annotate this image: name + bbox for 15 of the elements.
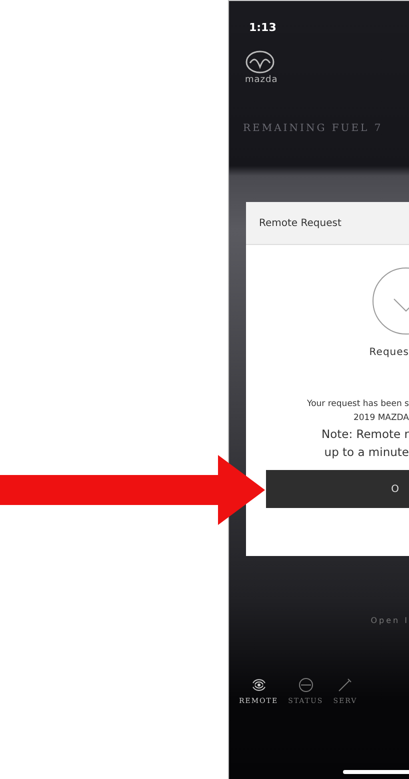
home-indicator xyxy=(343,770,409,774)
message-line: Your request has been s xyxy=(307,398,409,410)
ok-button[interactable]: O xyxy=(266,470,409,508)
fuel-label: REMAINING FUEL 7 xyxy=(243,123,384,134)
dialog-heading: Reques xyxy=(369,347,409,358)
status-time: 1:13 xyxy=(249,21,278,34)
action-label: Open I xyxy=(370,616,409,625)
wrench-icon xyxy=(337,677,354,693)
dialog-title: Remote Request xyxy=(259,218,342,228)
remote-signal-icon xyxy=(250,677,267,693)
logo-wordmark: mazda xyxy=(245,75,278,85)
note-line: up to a minute xyxy=(324,444,409,460)
message-line: 2019 MAZDA xyxy=(353,412,409,424)
logo-icon xyxy=(245,50,275,74)
note-line: Note: Remote r xyxy=(321,426,409,442)
